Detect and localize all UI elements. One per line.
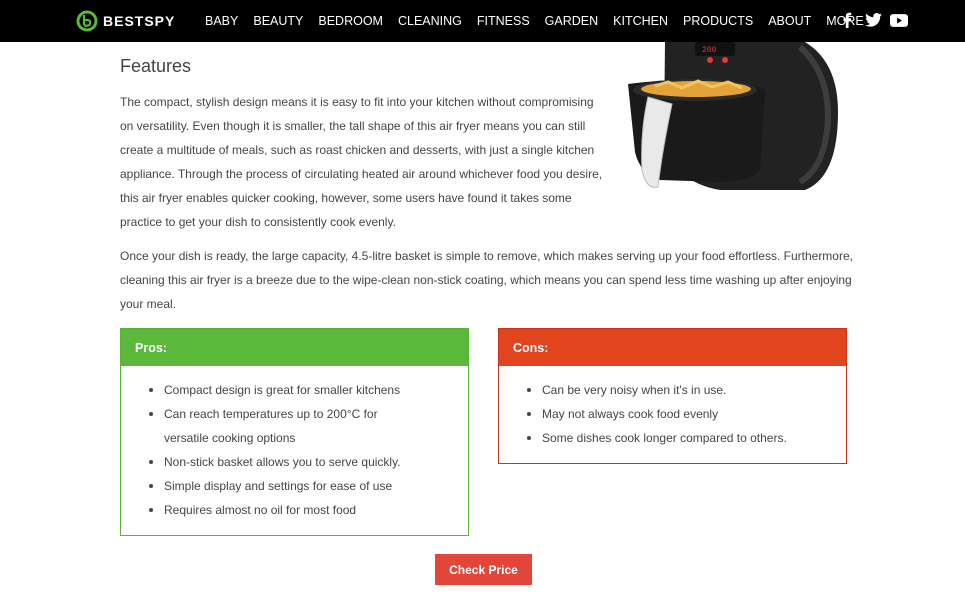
- logo-text: BESTSPY: [103, 13, 176, 29]
- nav-item-about[interactable]: ABOUT: [768, 14, 811, 28]
- nav-item-baby[interactable]: BABY: [205, 14, 238, 28]
- facebook-icon[interactable]: [838, 11, 856, 29]
- features-paragraph-1: The compact, stylish design means it is …: [120, 95, 603, 229]
- pros-list: Compact design is great for smaller kitc…: [121, 366, 468, 522]
- pros-header: Pros:: [121, 329, 468, 366]
- cons-list-item: May not always cook food evenly: [521, 402, 832, 426]
- social-links: [838, 11, 908, 29]
- nav-item-products[interactable]: PRODUCTS: [683, 14, 753, 28]
- section-heading: Features: [120, 56, 192, 76]
- cons-box: Cons: Can be very noisy when it's in use…: [498, 328, 847, 464]
- cons-header: Cons:: [499, 329, 846, 366]
- youtube-icon[interactable]: [890, 11, 908, 29]
- site-logo[interactable]: BESTSPY: [76, 8, 175, 34]
- nav-item-kitchen[interactable]: KITCHEN: [613, 14, 668, 28]
- pros-list-item: Requires almost no oil for most food: [143, 498, 454, 522]
- nav-item-cleaning[interactable]: CLEANING: [398, 14, 462, 28]
- air-fryer-product-image: 200: [600, 42, 850, 207]
- twitter-icon[interactable]: [864, 11, 882, 29]
- svg-text:200: 200: [702, 46, 717, 55]
- check-price-button[interactable]: Check Price: [435, 554, 532, 585]
- features-paragraph-2: Once your dish is ready, the large capac…: [120, 249, 853, 311]
- top-navigation-bar: BESTSPY BABY BEAUTY BEDROOM CLEANING FIT…: [0, 0, 965, 42]
- cons-list-item: Some dishes cook longer compared to othe…: [521, 426, 832, 450]
- pros-list-item: Compact design is great for smaller kitc…: [143, 378, 454, 402]
- cons-list-item: Can be very noisy when it's in use.: [521, 378, 832, 402]
- pros-list-item: Simple display and settings for ease of …: [143, 474, 454, 498]
- pros-box: Pros: Compact design is great for smalle…: [120, 328, 469, 536]
- main-menu: BABY BEAUTY BEDROOM CLEANING FITNESS GAR…: [205, 0, 893, 42]
- bestspy-logo-icon: [76, 10, 98, 32]
- nav-item-bedroom[interactable]: BEDROOM: [318, 14, 383, 28]
- pros-list-item: Can reach temperatures up to 200°C for v…: [143, 402, 418, 450]
- nav-item-beauty[interactable]: BEAUTY: [253, 14, 303, 28]
- nav-item-fitness[interactable]: FITNESS: [477, 14, 530, 28]
- nav-item-garden[interactable]: GARDEN: [545, 14, 598, 28]
- cons-list: Can be very noisy when it's in use. May …: [499, 366, 846, 450]
- pros-list-item: Non-stick basket allows you to serve qui…: [143, 450, 454, 474]
